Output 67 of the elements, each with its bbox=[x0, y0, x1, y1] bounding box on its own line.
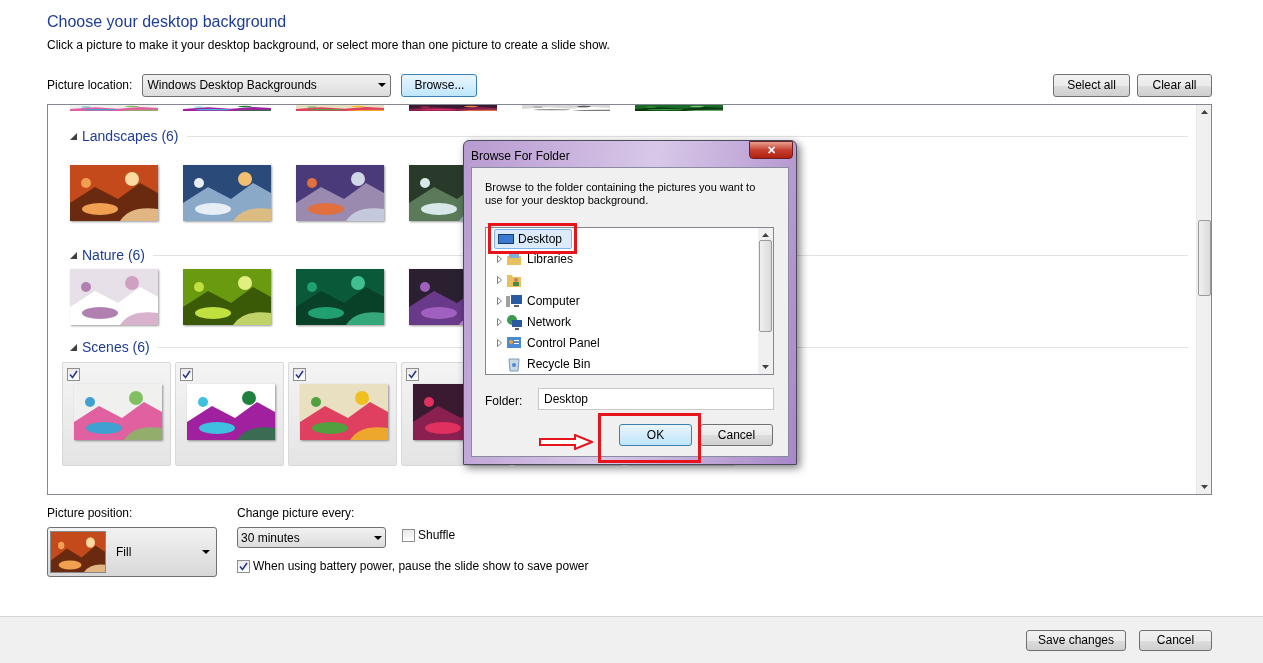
library-icon bbox=[506, 251, 522, 268]
picture-tile[interactable] bbox=[288, 362, 397, 466]
annotation-arrow bbox=[539, 434, 593, 450]
select-all-button[interactable]: Select all bbox=[1053, 73, 1130, 97]
collapse-icon[interactable] bbox=[70, 132, 77, 140]
checkbox[interactable] bbox=[293, 368, 306, 381]
collapse-icon[interactable] bbox=[70, 343, 77, 351]
control-panel-icon bbox=[506, 334, 522, 351]
expand-icon[interactable] bbox=[496, 297, 502, 306]
picture-tile[interactable] bbox=[175, 362, 284, 466]
browse-button[interactable]: Browse... bbox=[401, 73, 478, 97]
picture-tile[interactable] bbox=[62, 362, 171, 466]
scroll-down-icon[interactable] bbox=[762, 365, 769, 369]
page-title: Choose your desktop background bbox=[47, 12, 288, 32]
network-icon bbox=[506, 313, 522, 330]
tree-item[interactable]: Recycle Bin bbox=[504, 353, 593, 374]
picture-position-dropdown[interactable]: Fill bbox=[47, 527, 217, 577]
scroll-thumb[interactable] bbox=[759, 240, 772, 332]
interval-dropdown[interactable]: 30 minutes bbox=[237, 527, 386, 548]
cancel-button[interactable]: Cancel bbox=[700, 424, 773, 446]
caret-icon bbox=[374, 535, 382, 540]
scroll-thumb[interactable] bbox=[1197, 220, 1211, 296]
caret-icon bbox=[378, 83, 387, 87]
scroll-up-icon[interactable] bbox=[1200, 110, 1208, 114]
folder-label: Folder: bbox=[485, 393, 524, 410]
dialog-title: Browse For Folder bbox=[471, 147, 570, 165]
group-header[interactable]: Landscapes (6) bbox=[82, 125, 179, 147]
folder-field[interactable]: Desktop bbox=[538, 388, 774, 410]
collapse-icon[interactable] bbox=[70, 251, 77, 259]
change-picture-label: Change picture every: bbox=[237, 505, 356, 521]
save-changes-button[interactable]: Save changes bbox=[1026, 629, 1126, 651]
group-header[interactable]: Scenes (6) bbox=[82, 336, 150, 358]
caret-icon bbox=[202, 550, 210, 554]
checkbox[interactable] bbox=[237, 559, 250, 573]
battery-option-label: When using battery power, pause the slide show to save power bbox=[253, 558, 589, 575]
expand-icon[interactable] bbox=[496, 338, 502, 347]
recycle-bin-icon bbox=[506, 355, 522, 372]
computer-icon bbox=[506, 293, 522, 310]
checkbox[interactable] bbox=[402, 528, 415, 542]
picture-location-dropdown[interactable]: Windows Desktop Backgrounds bbox=[142, 73, 392, 97]
ok-button[interactable]: OK bbox=[619, 424, 692, 446]
picture-location-label: Picture location: bbox=[47, 77, 133, 94]
close-button[interactable]: ✕ bbox=[749, 141, 793, 159]
tree-item[interactable]: Desktop bbox=[494, 229, 572, 249]
group-header[interactable]: Nature (6) bbox=[82, 244, 146, 266]
picture-position-label: Picture position: bbox=[47, 505, 134, 521]
expand-icon[interactable] bbox=[496, 276, 502, 285]
tree-item[interactable]: Computer bbox=[504, 291, 582, 312]
monitor-icon bbox=[498, 232, 514, 246]
dialog-instructions: Browse to the folder containing the pictures you want to use for your desktop background. bbox=[485, 181, 757, 207]
checkbox[interactable] bbox=[180, 368, 193, 381]
cancel-button[interactable]: Cancel bbox=[1139, 629, 1212, 651]
clear-all-button[interactable]: Clear all bbox=[1137, 73, 1212, 97]
shuffle-label: Shuffle bbox=[418, 527, 456, 544]
checkbox[interactable] bbox=[67, 368, 80, 381]
expand-icon[interactable] bbox=[496, 255, 502, 264]
expand-icon[interactable] bbox=[496, 317, 502, 326]
page-description: Click a picture to make it your desktop background, or select more than one picture to create a slide show. bbox=[47, 38, 611, 53]
scroll-down-icon[interactable] bbox=[1200, 485, 1208, 489]
tree-item[interactable]: Network bbox=[504, 311, 573, 332]
scrollbar[interactable] bbox=[1196, 105, 1211, 494]
user-folder-icon bbox=[506, 272, 522, 289]
scroll-up-icon[interactable] bbox=[762, 233, 769, 237]
tree-item[interactable]: Libraries bbox=[504, 249, 576, 270]
scrollbar[interactable] bbox=[758, 228, 773, 374]
checkbox[interactable] bbox=[406, 368, 419, 381]
tree-item[interactable]: Control Panel bbox=[504, 332, 602, 353]
